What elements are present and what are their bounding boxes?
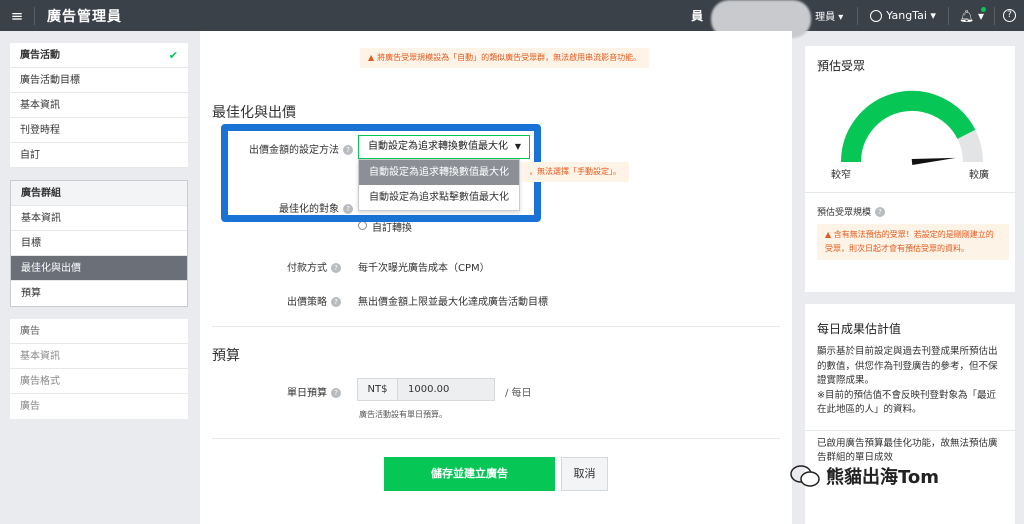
divider <box>34 6 35 25</box>
hamburger-menu-icon[interactable]: ≡ <box>0 7 34 25</box>
save-and-create-ad-button[interactable]: 儲存並建立廣告 <box>384 457 555 491</box>
sidebar-item-campaign-objective[interactable]: 廣告活動目標 <box>10 68 188 93</box>
user-icon <box>870 9 883 22</box>
dropdown-option-conversion-value[interactable]: 自動設定為追求轉換數值最大化 <box>359 160 519 185</box>
sidebar-item-basic-info[interactable]: 基本資訊 <box>10 93 188 118</box>
bid-method-selected-value: 自動設定為追求轉換數值最大化 <box>368 141 508 152</box>
question-icon[interactable]: ? <box>875 207 886 217</box>
bid-method-label-text: 出價金額的設定方法 <box>249 145 339 156</box>
bid-method-select[interactable]: 自動設定為追求轉換數值最大化 ▼ <box>358 135 530 159</box>
audience-size-label: 預估受眾規模? <box>817 205 886 218</box>
bid-method-dropdown: 自動設定為追求轉換數值最大化 自動設定為追求點擊數值最大化 <box>358 159 520 211</box>
sidebar-item-custom[interactable]: 自訂 <box>10 143 188 168</box>
sidebar-item-campaign[interactable]: 廣告活動 ✔ <box>10 43 188 68</box>
gauge-fill <box>840 90 976 163</box>
warning-icon: ▲ <box>825 230 834 239</box>
dropdown-option-click-value[interactable]: 自動設定為追求點擊數值最大化 <box>359 185 519 210</box>
sidebar-item-label: 廣告活動 <box>20 50 60 61</box>
bell-icon[interactable]: 🔔︎ ▾ <box>949 6 994 23</box>
app-title: 廣告管理員 <box>47 8 122 25</box>
account-label: 員 <box>691 9 704 23</box>
gauge-needle <box>911 157 956 165</box>
daily-estimate-panel: 每日成果估計值 顯示基於目前設定與過去刊登成果所預估出的數值，供您作為刊登廣告的… <box>805 304 1015 524</box>
sidebar-group-ad: 廣告 基本資訊 廣告格式 廣告 <box>10 319 188 419</box>
chevron-down-icon: ▼ <box>514 142 521 151</box>
audience-panel-title: 預估受眾 <box>817 59 866 73</box>
top-warning-text: 將廣告受眾規模設為「自動」的類似廣告受眾群，無法啟用串流影音功能。 <box>377 53 642 62</box>
sidebar-item-ad-format[interactable]: 廣告格式 <box>10 369 188 394</box>
question-icon[interactable]: ? <box>331 297 341 307</box>
help-icon[interactable]: ? <box>1003 9 1016 22</box>
top-bar: ≡ 廣告管理員 員 理員 ▾ YangTai ▾ 🔔︎ ▾ ? <box>0 0 1024 38</box>
optimization-target-label: 最佳化的對象? <box>228 200 353 215</box>
watermark: 熊貓出海Tom <box>790 463 939 489</box>
audience-warning-text: 含有無法預估的受眾！若設定的是剛剛建立的受眾，則次日起才會有預估受眾的資料。 <box>825 230 994 253</box>
gauge-wide-label: 較廣 <box>969 170 989 181</box>
daily-panel-paragraph: 顯示基於目前設定與過去刊登成果所預估出的數值，供您作為刊登廣告的參考，但不保證實… <box>817 346 998 386</box>
strategy-label-text: 出價策略 <box>287 297 327 308</box>
bid-method-label: 出價金額的設定方法? <box>228 141 353 156</box>
optimization-target-label-text: 最佳化的對象 <box>279 204 339 215</box>
section-title-optimization: 最佳化與出價 <box>212 105 296 121</box>
checkmark-icon: ✔ <box>168 49 178 62</box>
payment-label-text: 付款方式 <box>287 263 327 274</box>
user-name: YangTai <box>886 9 927 22</box>
sidebar-item-targeting[interactable]: 目標 <box>11 231 187 256</box>
audience-gauge <box>840 90 983 165</box>
main-content: ▲ 將廣告受眾規模設為「自動」的類似廣告受眾群，無法啟用串流影音功能。 最佳化與出… <box>200 31 792 524</box>
audience-size-label-text: 預估受眾規模 <box>817 208 872 218</box>
sidebar-item-ad-basic-info[interactable]: 基本資訊 <box>10 344 188 369</box>
audience-estimate-panel: 預估受眾 較窄 較廣 預估受眾規模? ▲ 含有無法預估的受眾！若設定的是剛剛建立… <box>805 46 1015 292</box>
wechat-icon <box>790 465 820 487</box>
sidebar-item-schedule[interactable]: 刊登時程 <box>10 118 188 143</box>
sidebar-group-adgroup: 廣告群組 基本資訊 目標 最佳化與出價 預算 <box>10 180 188 307</box>
divider <box>805 429 1015 431</box>
budget-hint: 廣告活動設有單日預算。 <box>359 410 447 419</box>
cancel-button[interactable]: 取消 <box>561 457 608 491</box>
currency-label: NT$ <box>358 379 398 400</box>
question-icon[interactable]: ? <box>331 388 341 398</box>
gauge-narrow-label: 較窄 <box>831 170 851 181</box>
strategy-value: 無出價金額上限並最大化達成廣告活動目標 <box>358 297 548 308</box>
divider <box>212 438 780 439</box>
strategy-label: 出價策略? <box>200 293 341 308</box>
daily-panel-note: ※目前的預估值不會反映刊登對象為「最近在此地區的人」的資料。 <box>817 389 996 416</box>
divider <box>994 6 995 25</box>
per-day-label: / 每日 <box>505 388 532 399</box>
notification-dot <box>981 6 986 12</box>
daily-budget-value[interactable]: 1000.00 <box>398 379 494 400</box>
side-warning: ，無法選擇「手動設定」。 <box>521 162 629 182</box>
audience-warning: ▲ 含有無法預估的受眾！若設定的是剛剛建立的受眾，則次日起才會有預估受眾的資料。 <box>817 224 1009 260</box>
question-icon[interactable]: ? <box>343 204 353 214</box>
top-warning-banner: ▲ 將廣告受眾規模設為「自動」的類似廣告受眾群，無法啟用串流影音功能。 <box>360 48 650 68</box>
question-icon[interactable]: ? <box>331 263 341 273</box>
user-menu[interactable]: YangTai ▾ <box>858 9 948 22</box>
topbar-right: 員 理員 ▾ YangTai ▾ 🔔︎ ▾ ? <box>691 0 1024 38</box>
warning-icon: ▲ <box>368 53 375 62</box>
daily-budget-input[interactable]: NT$ 1000.00 <box>357 378 495 401</box>
left-sidebar: 廣告活動 ✔ 廣告活動目標 基本資訊 刊登時程 自訂 廣告群組 基本資訊 目標 … <box>10 43 188 431</box>
section-title-budget: 預算 <box>212 348 240 364</box>
sidebar-item-ad[interactable]: 廣告 <box>10 319 188 344</box>
account-switcher-label: 理員 <box>815 12 836 23</box>
daily-budget-label-text: 單日預算 <box>287 388 327 399</box>
divider <box>805 192 1015 193</box>
radio-custom-conversion[interactable] <box>358 221 367 230</box>
payment-value: 每千次曝光廣告成本（CPM） <box>358 263 490 274</box>
daily-panel-title: 每日成果估計值 <box>817 322 902 336</box>
daily-budget-label: 單日預算? <box>200 384 341 399</box>
daily-panel-disabled-note: 已啟用廣告預算最佳化功能，故無法預估廣告群組的單日成效 <box>817 437 998 464</box>
question-icon[interactable]: ? <box>343 145 353 155</box>
sidebar-item-adgroup-basic-info[interactable]: 基本資訊 <box>11 206 187 231</box>
sidebar-item-optimization-bidding[interactable]: 最佳化與出價 <box>11 256 187 281</box>
account-switcher[interactable]: 理員 ▾ <box>815 8 843 23</box>
payment-label: 付款方式? <box>200 259 341 274</box>
watermark-text: 熊貓出海Tom <box>826 467 940 488</box>
sidebar-item-budget[interactable]: 預算 <box>11 281 187 306</box>
sidebar-group-campaign: 廣告活動 ✔ 廣告活動目標 基本資訊 刊登時程 自訂 <box>10 43 188 168</box>
sidebar-item-adgroup[interactable]: 廣告群組 <box>11 181 187 206</box>
sidebar-item-ad-creative[interactable]: 廣告 <box>10 394 188 419</box>
divider <box>212 326 780 327</box>
